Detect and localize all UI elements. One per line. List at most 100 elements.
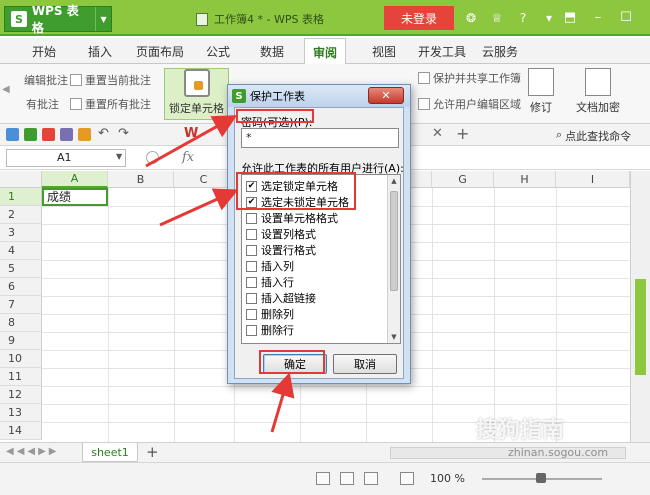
- preview-icon[interactable]: [78, 128, 91, 141]
- zoom-formula-icon[interactable]: [146, 151, 159, 164]
- lock-cells-button[interactable]: 锁定单元格: [164, 68, 229, 120]
- sheet-tab[interactable]: sheet1: [82, 443, 138, 462]
- close-tab-icon[interactable]: ✕: [432, 126, 443, 141]
- doc-encrypt-button[interactable]: 文档加密: [576, 68, 620, 115]
- row-header[interactable]: 11: [0, 368, 42, 386]
- scroll-down-icon[interactable]: ▼: [388, 331, 400, 343]
- perm-format-columns[interactable]: 设置列格式: [246, 226, 316, 242]
- maximize-icon[interactable]: ☐: [612, 4, 640, 30]
- column-header[interactable]: I: [556, 171, 630, 188]
- cell-a1[interactable]: 成绩: [42, 188, 108, 206]
- restore-icon[interactable]: ⬒: [556, 4, 584, 30]
- skin-icon[interactable]: ❂: [460, 6, 482, 30]
- open-icon[interactable]: [6, 128, 19, 141]
- reset-current-comment-button[interactable]: 重置当前批注: [70, 72, 151, 88]
- allow-edit-ranges-button[interactable]: 允许用户编辑区域: [418, 96, 521, 112]
- dialog-close-button[interactable]: ✕: [368, 87, 404, 104]
- reset-all-comments-button[interactable]: 重置所有批注: [70, 96, 151, 112]
- perm-delete-rows[interactable]: 删除行: [246, 322, 294, 338]
- scrollbar-thumb[interactable]: [390, 191, 398, 291]
- column-header[interactable]: A: [42, 171, 108, 188]
- checkbox-icon[interactable]: [246, 212, 257, 224]
- row-header[interactable]: 10: [0, 350, 42, 368]
- perm-insert-columns[interactable]: 插入列: [246, 258, 294, 274]
- tab-formula[interactable]: 公式: [206, 43, 230, 60]
- minimize-icon[interactable]: –: [584, 4, 612, 30]
- help-icon[interactable]: ?: [512, 6, 534, 30]
- scroll-up-icon[interactable]: ▲: [388, 175, 400, 187]
- tab-review[interactable]: 审阅: [304, 38, 347, 64]
- tab-developer[interactable]: 开发工具: [418, 43, 466, 60]
- protect-share-workbook-button[interactable]: 保护并共享工作簿: [418, 70, 521, 86]
- name-box[interactable]: A1: [6, 149, 126, 167]
- checkbox-icon[interactable]: [246, 324, 257, 336]
- zoom-level[interactable]: 100 %: [430, 472, 465, 485]
- scrollbar-thumb[interactable]: [635, 279, 646, 375]
- column-header[interactable]: H: [494, 171, 556, 188]
- checkbox-icon[interactable]: [246, 260, 257, 272]
- perm-format-rows[interactable]: 设置行格式: [246, 242, 316, 258]
- column-header[interactable]: B: [108, 171, 174, 188]
- row-header[interactable]: 6: [0, 278, 42, 296]
- row-header[interactable]: 1: [0, 188, 42, 206]
- select-all-corner[interactable]: [0, 171, 42, 188]
- namebox-dropdown-icon[interactable]: ▼: [116, 152, 122, 161]
- tab-insert[interactable]: 插入: [88, 43, 112, 60]
- print-icon[interactable]: [60, 128, 73, 141]
- checkbox-icon[interactable]: [246, 228, 257, 240]
- save-icon[interactable]: [24, 128, 37, 141]
- track-changes-button[interactable]: 修订: [528, 68, 554, 115]
- password-input[interactable]: *: [241, 128, 399, 148]
- page-layout-view-icon[interactable]: [364, 472, 378, 485]
- shirt-icon[interactable]: ♕: [486, 6, 508, 30]
- redo-icon[interactable]: ↷: [118, 126, 129, 141]
- login-button[interactable]: 未登录: [384, 6, 454, 30]
- row-header[interactable]: 2: [0, 206, 42, 224]
- perm-insert-rows[interactable]: 插入行: [246, 274, 294, 290]
- checkbox-icon[interactable]: [246, 244, 257, 256]
- row-header[interactable]: 5: [0, 260, 42, 278]
- new-tab-icon[interactable]: +: [456, 124, 469, 143]
- perm-delete-columns[interactable]: 删除列: [246, 306, 294, 322]
- checkbox-icon[interactable]: [246, 276, 257, 288]
- row-header[interactable]: 13: [0, 404, 42, 422]
- undo-icon[interactable]: ↶: [98, 126, 109, 141]
- cancel-button[interactable]: 取消: [333, 354, 397, 374]
- has-comment-button[interactable]: 有批注: [26, 96, 59, 112]
- fx-icon[interactable]: fx: [182, 150, 194, 165]
- row-header[interactable]: 9: [0, 332, 42, 350]
- tab-cloud[interactable]: 云服务: [482, 43, 518, 60]
- tab-start[interactable]: 开始: [32, 43, 56, 60]
- column-header[interactable]: G: [432, 171, 494, 188]
- edit-comment-button[interactable]: 编辑批注: [24, 72, 68, 88]
- row-header[interactable]: 12: [0, 386, 42, 404]
- row-header[interactable]: 4: [0, 242, 42, 260]
- export-pdf-icon[interactable]: [42, 128, 55, 141]
- checkbox-icon[interactable]: [246, 292, 257, 304]
- tab-data[interactable]: 数据: [260, 43, 284, 60]
- close-icon[interactable]: ✕: [640, 4, 650, 30]
- page-break-view-icon[interactable]: [340, 472, 354, 485]
- row-header[interactable]: 8: [0, 314, 42, 332]
- permissions-scrollbar[interactable]: ▲ ▼: [387, 175, 400, 343]
- find-command-search[interactable]: ⌕ 点此查找命令: [556, 128, 631, 144]
- vertical-scrollbar[interactable]: [630, 171, 650, 442]
- sheet-nav-arrows[interactable]: ◀◀◀▶▶: [6, 446, 59, 457]
- row-header[interactable]: 3: [0, 224, 42, 242]
- wps-font-icon[interactable]: W: [184, 126, 198, 141]
- column-header[interactable]: C: [174, 171, 234, 188]
- app-menu-button[interactable]: S WPS 表格 ▼: [4, 4, 112, 35]
- row-header[interactable]: 14: [0, 422, 42, 440]
- perm-format-cells[interactable]: 设置单元格格式: [246, 210, 338, 226]
- tab-view[interactable]: 视图: [372, 43, 396, 60]
- row-header[interactable]: 7: [0, 296, 42, 314]
- reading-mode-icon[interactable]: [400, 472, 414, 485]
- permission-label: 删除列: [261, 308, 294, 321]
- checkbox-icon[interactable]: [246, 308, 257, 320]
- perm-insert-hyperlinks[interactable]: 插入超链接: [246, 290, 316, 306]
- normal-view-icon[interactable]: [316, 472, 330, 485]
- add-sheet-button[interactable]: +: [146, 443, 159, 461]
- ribbon-scroll-left-icon[interactable]: ◀: [2, 84, 10, 95]
- zoom-slider-knob[interactable]: [536, 473, 546, 483]
- tab-page-layout[interactable]: 页面布局: [136, 43, 184, 60]
